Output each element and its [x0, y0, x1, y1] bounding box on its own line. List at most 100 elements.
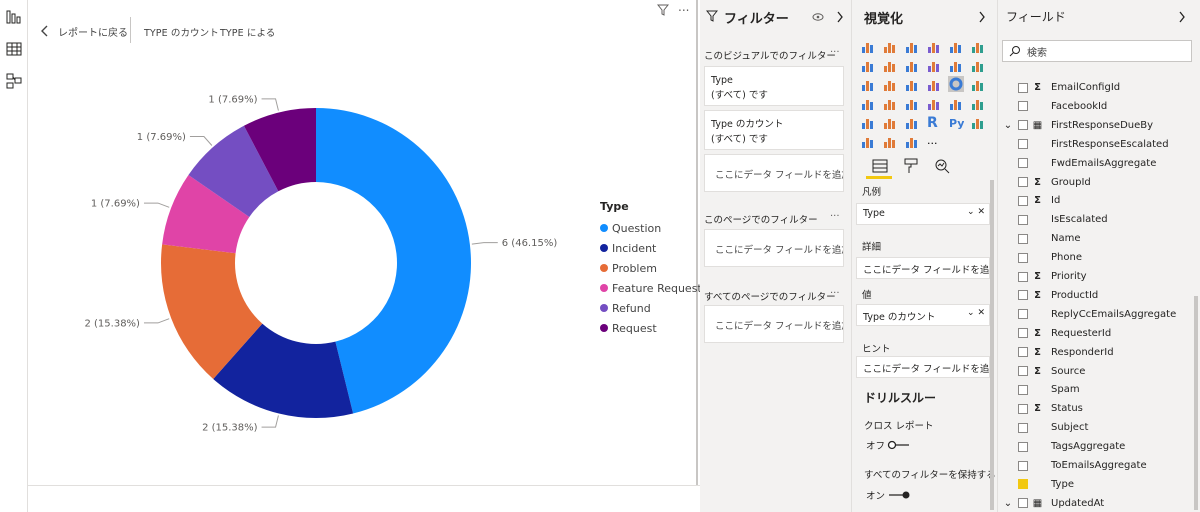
r-visual-icon[interactable]: R: [926, 114, 942, 130]
treemap-icon[interactable]: [970, 76, 986, 92]
field-item[interactable]: IsEscalated: [998, 210, 1194, 229]
filter-icon[interactable]: [657, 4, 669, 16]
field-item[interactable]: Σ Status: [998, 399, 1194, 418]
more-icon[interactable]: ...: [926, 133, 942, 149]
field-item[interactable]: FwdEmailsAggregate: [998, 154, 1194, 173]
chevron-right-icon[interactable]: [836, 11, 844, 23]
keep-filters-toggle[interactable]: オン: [866, 488, 911, 502]
more-options-icon[interactable]: ...: [830, 285, 840, 296]
pie-icon[interactable]: [926, 76, 942, 92]
field-checkbox[interactable]: [1018, 328, 1028, 339]
legend-item[interactable]: Refund: [600, 298, 702, 318]
field-item[interactable]: Σ Id: [998, 191, 1194, 210]
field-item[interactable]: Σ GroupId: [998, 173, 1194, 192]
kpi-icon[interactable]: [970, 95, 986, 111]
field-checkbox[interactable]: [1018, 177, 1028, 187]
field-checkbox[interactable]: [1018, 498, 1028, 509]
field-checkbox[interactable]: [1018, 460, 1028, 471]
100-bar-icon[interactable]: [948, 38, 964, 54]
chevron-down-icon[interactable]: ⌄: [998, 120, 1018, 131]
details-well[interactable]: ここにデータ フィールドを追加して...: [856, 257, 990, 279]
tab-by-type[interactable]: TYPE による: [220, 25, 275, 39]
stacked-column-icon[interactable]: [882, 38, 898, 54]
field-checkbox[interactable]: [1018, 441, 1028, 452]
area-icon[interactable]: [882, 57, 898, 73]
legend-item[interactable]: Question: [600, 218, 702, 238]
chevron-right-icon[interactable]: [1178, 11, 1186, 23]
scrollbar[interactable]: [1194, 296, 1198, 510]
ribbon-icon[interactable]: [970, 57, 986, 73]
clustered-bar-icon[interactable]: [904, 38, 920, 54]
field-item[interactable]: Type: [998, 475, 1194, 494]
more-options-icon[interactable]: ...: [830, 44, 840, 55]
add-data-field-drop[interactable]: ここにデータ フィールドを追加し...: [704, 305, 844, 343]
line-icon[interactable]: [860, 57, 876, 73]
legend-item[interactable]: Request: [600, 318, 702, 338]
field-item[interactable]: Name: [998, 229, 1194, 248]
field-item[interactable]: ReplyCcEmailsAggregate: [998, 305, 1194, 324]
tab-count-of-type[interactable]: TYPE のカウント: [144, 25, 219, 39]
100-column-icon[interactable]: [970, 38, 986, 54]
field-checkbox[interactable]: [1018, 158, 1028, 169]
filter-card-type[interactable]: Type (すべて) です: [704, 66, 844, 106]
legend-item[interactable]: Incident: [600, 238, 702, 258]
field-checkbox[interactable]: [1018, 252, 1028, 263]
field-checkbox[interactable]: [1018, 347, 1028, 358]
line-clustered-icon[interactable]: [948, 57, 964, 73]
analytics-icon[interactable]: [934, 158, 950, 174]
field-checkbox[interactable]: [1018, 139, 1028, 150]
funnel-icon[interactable]: [882, 76, 898, 92]
filter-card-type-count[interactable]: Type のカウント (すべて) です: [704, 110, 844, 150]
decomposition-icon[interactable]: [860, 133, 876, 149]
field-item[interactable]: FacebookId: [998, 97, 1194, 116]
scrollbar[interactable]: [990, 180, 994, 510]
donut-icon[interactable]: [948, 76, 964, 92]
add-data-field-drop[interactable]: ここにデータ フィールドを追加し...: [704, 229, 844, 267]
card-icon[interactable]: [926, 95, 942, 111]
legend-item[interactable]: Problem: [600, 258, 702, 278]
field-checkbox[interactable]: [1018, 403, 1028, 414]
python-visual-icon[interactable]: Py: [948, 114, 964, 130]
field-item[interactable]: Σ EmailConfigId: [998, 78, 1194, 97]
field-item[interactable]: FirstResponseEscalated: [998, 135, 1194, 154]
field-item[interactable]: Σ RequesterId: [998, 324, 1194, 343]
gauge-icon[interactable]: [904, 95, 920, 111]
chevron-down-close-icons[interactable]: ⌄ ✕: [967, 207, 985, 217]
data-view-icon[interactable]: [5, 40, 23, 58]
field-checkbox[interactable]: [1018, 82, 1028, 93]
field-item[interactable]: ⌄ ▦ FirstResponseDueBy: [998, 116, 1194, 135]
tooltips-well[interactable]: ここにデータ フィールドを追加して...: [856, 356, 990, 378]
field-item[interactable]: Phone: [998, 248, 1194, 267]
legend-item[interactable]: Feature Request: [600, 278, 702, 298]
field-item[interactable]: Σ Priority: [998, 267, 1194, 286]
chevron-right-icon[interactable]: [978, 11, 986, 23]
legend-well[interactable]: Type ⌄ ✕: [856, 203, 990, 225]
field-item[interactable]: ⌄ ▦ UpdatedAt: [998, 494, 1194, 512]
field-item[interactable]: Σ ProductId: [998, 286, 1194, 305]
matrix-icon[interactable]: [904, 114, 920, 130]
field-checkbox[interactable]: [1018, 233, 1028, 244]
chevron-down-close-icons[interactable]: ⌄ ✕: [967, 308, 985, 318]
eye-icon[interactable]: [812, 12, 824, 22]
field-checkbox[interactable]: [1018, 214, 1028, 225]
field-checkbox[interactable]: [1018, 120, 1028, 131]
more-options-icon[interactable]: ...: [830, 208, 840, 219]
field-item[interactable]: ToEmailsAggregate: [998, 456, 1194, 475]
field-checkbox[interactable]: [1018, 366, 1028, 376]
qa-icon[interactable]: [882, 133, 898, 149]
field-item[interactable]: Spam: [998, 380, 1194, 399]
multi-row-card-icon[interactable]: [948, 95, 964, 111]
field-checkbox[interactable]: [1018, 101, 1028, 112]
table-icon[interactable]: [882, 114, 898, 130]
clustered-column-icon[interactable]: [926, 38, 942, 54]
model-view-icon[interactable]: [5, 72, 23, 90]
more-options-icon[interactable]: ...: [678, 0, 689, 14]
field-item[interactable]: Subject: [998, 418, 1194, 437]
field-checkbox[interactable]: [1018, 384, 1028, 395]
fields-tab-icon[interactable]: [872, 159, 888, 173]
filled-map-icon[interactable]: [882, 95, 898, 111]
slicer-icon[interactable]: [860, 114, 876, 130]
field-item[interactable]: Σ ResponderId: [998, 343, 1194, 362]
paint-roller-icon[interactable]: [904, 158, 918, 174]
scatter-icon[interactable]: [904, 76, 920, 92]
